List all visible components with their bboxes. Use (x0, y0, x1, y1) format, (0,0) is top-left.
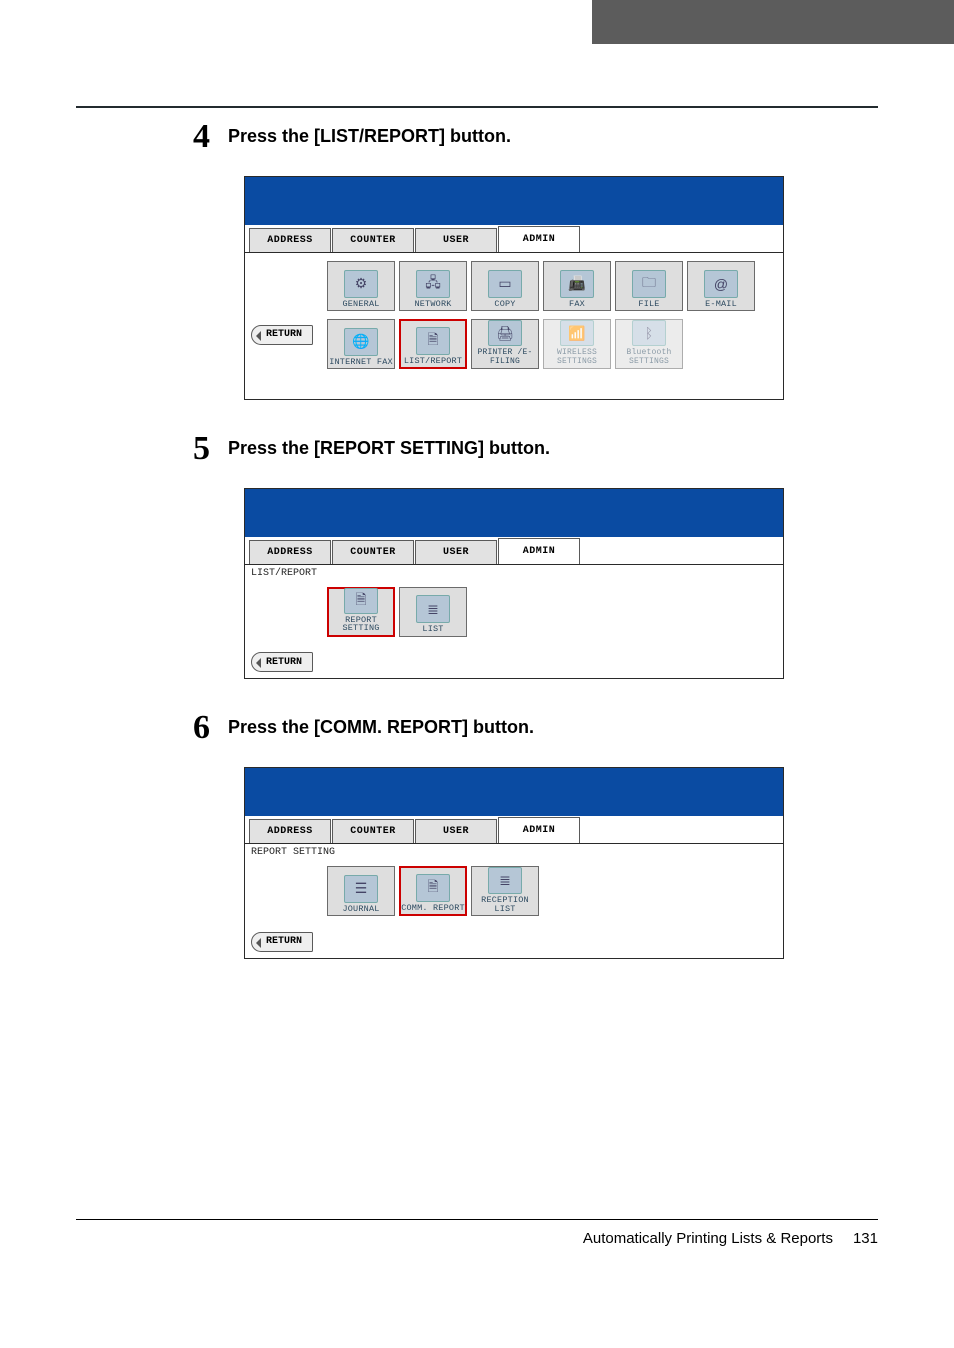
tab-counter[interactable]: COUNTER (332, 228, 414, 252)
step-5: 5 Press the [REPORT SETTING] button. (184, 432, 878, 466)
tab-admin[interactable]: ADMIN (498, 538, 580, 564)
fax-label: FAX (569, 300, 585, 309)
step-number-6: 6 (184, 711, 210, 745)
printer-efiling-button[interactable]: 🖨 PRINTER /E-FILING (471, 319, 539, 369)
tab-counter[interactable]: COUNTER (332, 819, 414, 843)
wireless-settings-label: WIRELESS SETTINGS (544, 348, 610, 366)
comm-report-button[interactable]: 🗎 COMM. REPORT (399, 866, 467, 916)
return-row: RETURN (245, 645, 783, 679)
reportsetting-grid: ☰ JOURNAL 🗎 COMM. REPORT ≣ RECEPTION LIST (245, 858, 783, 924)
reception-list-label: RECEPTION LIST (472, 896, 538, 913)
page-footer: Automatically Printing Lists & Reports 1… (76, 1219, 878, 1247)
internet-fax-label: INTERNET FAX (329, 358, 393, 367)
journal-button[interactable]: ☰ JOURNAL (327, 866, 395, 916)
network-label: NETWORK (414, 300, 451, 309)
step-text-6: Press the [COMM. REPORT] button. (228, 717, 534, 738)
email-label: E-MAIL (705, 300, 737, 309)
tabs-row: ADDRESS COUNTER USER ADMIN (245, 537, 783, 565)
bluetooth-icon: ᛒ (632, 320, 666, 346)
file-button[interactable]: 🗀 FILE (615, 261, 683, 311)
email-button[interactable]: @ E-MAIL (687, 261, 755, 311)
tab-counter[interactable]: COUNTER (332, 540, 414, 564)
journal-icon: ☰ (344, 875, 378, 903)
tab-user[interactable]: USER (415, 228, 497, 252)
copy-button[interactable]: ▭ COPY (471, 261, 539, 311)
list-button[interactable]: ≣ LIST (399, 587, 467, 637)
admin-grid: ⚙ GENERAL 🖧 NETWORK ▭ COPY 📠 FAX 🗀 FILE @ E-MA… (245, 253, 783, 377)
step-4: 4 Press the [LIST/REPORT] button. (184, 120, 878, 154)
list-report-button[interactable]: 🗎 LIST/REPORT (399, 319, 467, 369)
reportsetting-row-1: ☰ JOURNAL 🗎 COMM. REPORT ≣ RECEPTION LIST (245, 858, 783, 924)
tab-user[interactable]: USER (415, 540, 497, 564)
listreport-row-1: 🗎 REPORT SETTING ≣ LIST (245, 579, 783, 645)
admin-row-1: ⚙ GENERAL 🖧 NETWORK ▭ COPY 📠 FAX 🗀 FILE @ E-MA… (245, 253, 783, 315)
report-setting-label: REPORT SETTING (329, 616, 393, 633)
step-text-4: Press the [LIST/REPORT] button. (228, 126, 511, 147)
tab-admin[interactable]: ADMIN (498, 817, 580, 843)
list-report-label: LIST/REPORT (404, 357, 462, 366)
tabs-row: ADDRESS COUNTER USER ADMIN (245, 816, 783, 844)
tabs-row: ADDRESS COUNTER USER ADMIN (245, 225, 783, 253)
panel-banner (245, 177, 783, 225)
fax-button[interactable]: 📠 FAX (543, 261, 611, 311)
report-setting-button[interactable]: 🗎 REPORT SETTING (327, 587, 395, 637)
copy-icon: ▭ (488, 270, 522, 298)
comm-report-label: COMM. REPORT (401, 904, 465, 913)
fax-icon: 📠 (560, 270, 594, 298)
step-number-4: 4 (184, 120, 210, 154)
list-label: LIST (422, 625, 443, 634)
wireless-icon: 📶 (560, 320, 594, 346)
return-button[interactable]: RETURN (251, 325, 313, 345)
internet-fax-icon: 🌐 (344, 328, 378, 356)
file-icon: 🗀 (632, 270, 666, 298)
page: 4 Press the [LIST/REPORT] button. ADDRES… (0, 106, 954, 1287)
tab-address[interactable]: ADDRESS (249, 540, 331, 564)
footer-page-number: 131 (853, 1230, 878, 1247)
return-button[interactable]: RETURN (251, 652, 313, 672)
email-icon: @ (704, 270, 738, 298)
tab-admin[interactable]: ADMIN (498, 226, 580, 252)
bluetooth-settings-label: Bluetooth SETTINGS (616, 348, 682, 366)
top-rule (76, 106, 878, 108)
breadcrumb: LIST/REPORT (245, 565, 783, 579)
listreport-grid: 🗎 REPORT SETTING ≣ LIST (245, 579, 783, 645)
header-dark-block (592, 0, 954, 44)
comm-report-icon: 🗎 (416, 874, 450, 902)
tab-address[interactable]: ADDRESS (249, 228, 331, 252)
panel-banner (245, 768, 783, 816)
journal-label: JOURNAL (342, 905, 379, 914)
list-icon: ≣ (416, 595, 450, 623)
report-setting-icon: 🗎 (344, 588, 378, 614)
network-icon: 🖧 (416, 270, 450, 298)
reception-list-button[interactable]: ≣ RECEPTION LIST (471, 866, 539, 916)
copy-label: COPY (494, 300, 515, 309)
header-bar (0, 0, 954, 44)
internet-fax-button[interactable]: 🌐 INTERNET FAX (327, 319, 395, 369)
return-button[interactable]: RETURN (251, 932, 313, 952)
general-button[interactable]: ⚙ GENERAL (327, 261, 395, 311)
reception-list-icon: ≣ (488, 867, 522, 894)
step-6: 6 Press the [COMM. REPORT] button. (184, 711, 878, 745)
printer-icon: 🖨 (488, 320, 522, 346)
tab-user[interactable]: USER (415, 819, 497, 843)
panel-banner (245, 489, 783, 537)
network-button[interactable]: 🖧 NETWORK (399, 261, 467, 311)
tab-address[interactable]: ADDRESS (249, 819, 331, 843)
printer-efiling-label: PRINTER /E-FILING (472, 348, 538, 366)
wireless-settings-button[interactable]: 📶 WIRELESS SETTINGS (543, 319, 611, 369)
step-text-5: Press the [REPORT SETTING] button. (228, 438, 550, 459)
step-number-5: 5 (184, 432, 210, 466)
screenshot-panel-6: ADDRESS COUNTER USER ADMIN REPORT SETTIN… (244, 767, 784, 959)
list-report-icon: 🗎 (416, 327, 450, 355)
return-row: RETURN (245, 924, 783, 958)
return-row: RETURN (251, 323, 327, 345)
screenshot-panel-4: ADDRESS COUNTER USER ADMIN ⚙ GENERAL 🖧 NET… (244, 176, 784, 400)
screenshot-panel-5: ADDRESS COUNTER USER ADMIN LIST/REPORT 🗎… (244, 488, 784, 680)
breadcrumb: REPORT SETTING (245, 844, 783, 858)
bluetooth-settings-button[interactable]: ᛒ Bluetooth SETTINGS (615, 319, 683, 369)
general-icon: ⚙ (344, 270, 378, 298)
file-label: FILE (638, 300, 659, 309)
general-label: GENERAL (342, 300, 379, 309)
footer-title: Automatically Printing Lists & Reports (583, 1230, 833, 1247)
